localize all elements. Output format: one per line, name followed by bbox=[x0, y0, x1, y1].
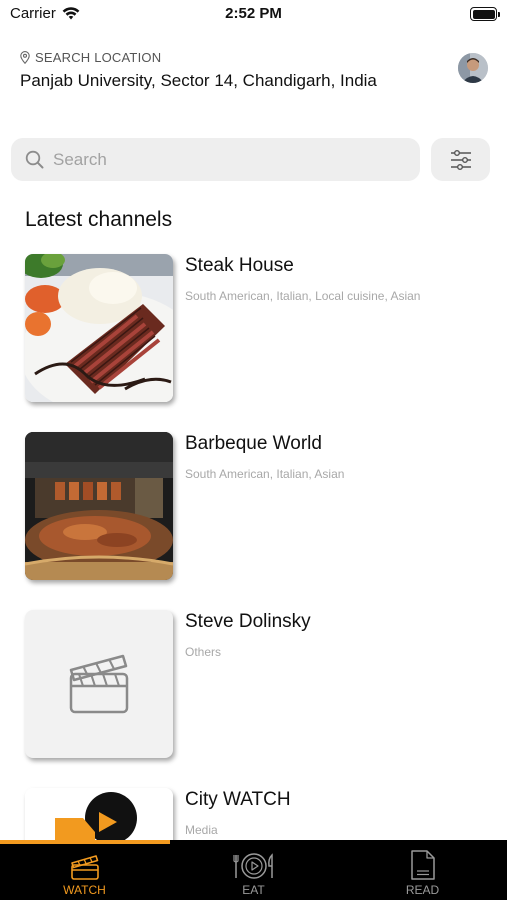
tab-read[interactable]: READ bbox=[338, 840, 507, 900]
plate-cutlery-icon bbox=[232, 853, 273, 879]
channel-tags: Others bbox=[185, 645, 222, 659]
tab-eat[interactable]: EAT bbox=[169, 840, 338, 900]
document-icon bbox=[410, 850, 435, 880]
location-selector[interactable]: SEARCH LOCATION Panjab University, Secto… bbox=[20, 50, 440, 91]
channel-item[interactable]: Barbeque World South American, Italian, … bbox=[25, 432, 485, 580]
search-icon bbox=[25, 150, 44, 169]
steak-dish-image bbox=[25, 254, 173, 402]
channel-item[interactable]: Steak House South American, Italian, Loc… bbox=[25, 254, 485, 402]
search-bar[interactable] bbox=[11, 138, 420, 181]
avatar[interactable] bbox=[458, 53, 488, 83]
location-pin-icon bbox=[20, 51, 30, 64]
tab-label: WATCH bbox=[63, 883, 106, 897]
channel-tags: South American, Italian, Local cuisine, … bbox=[185, 289, 421, 303]
channel-name: City WATCH bbox=[185, 789, 291, 810]
channel-thumbnail bbox=[25, 610, 173, 758]
clapperboard-icon bbox=[70, 855, 99, 880]
status-time: 2:52 PM bbox=[225, 5, 282, 22]
search-input[interactable] bbox=[53, 149, 393, 170]
tab-bar: WATCH EAT READ bbox=[0, 840, 507, 900]
channel-name: Steve Dolinsky bbox=[185, 611, 311, 632]
section-title: Latest channels bbox=[25, 208, 173, 231]
tab-label: READ bbox=[405, 883, 440, 897]
filter-button[interactable] bbox=[431, 138, 490, 181]
channel-name: Barbeque World bbox=[185, 433, 322, 454]
channel-tags: South American, Italian, Asian bbox=[185, 467, 345, 481]
channel-tags: Media bbox=[185, 823, 218, 837]
channel-item[interactable]: Steve Dolinsky Others bbox=[25, 610, 485, 758]
barbeque-grill-image bbox=[25, 432, 173, 580]
channel-name: Steak House bbox=[185, 255, 294, 276]
status-bar: Carrier 2:52 PM bbox=[0, 0, 507, 28]
location-label: SEARCH LOCATION bbox=[35, 50, 162, 65]
location-label-row: SEARCH LOCATION bbox=[20, 50, 440, 65]
location-value: Panjab University, Sector 14, Chandigarh… bbox=[20, 71, 377, 90]
tab-watch[interactable]: WATCH bbox=[0, 840, 169, 900]
clapperboard-placeholder-icon bbox=[69, 654, 129, 714]
filter-sliders-icon bbox=[450, 149, 471, 170]
channel-thumbnail bbox=[25, 254, 173, 402]
tab-label: EAT bbox=[242, 883, 265, 897]
profile-photo-icon bbox=[458, 53, 488, 83]
channel-thumbnail bbox=[25, 432, 173, 580]
battery-icon bbox=[470, 7, 500, 21]
